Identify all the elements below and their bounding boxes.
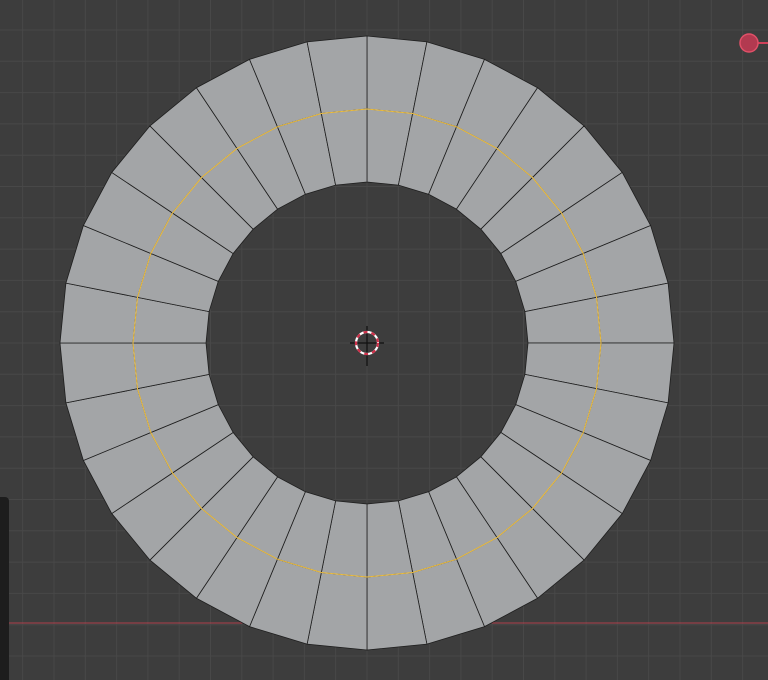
toolbar-panel-edge[interactable] [0,497,9,680]
navigation-gizmo-x-axis[interactable] [739,33,768,53]
3d-viewport[interactable] [0,0,768,680]
3d-cursor-icon[interactable] [350,326,384,366]
viewport-scene[interactable] [0,0,768,680]
